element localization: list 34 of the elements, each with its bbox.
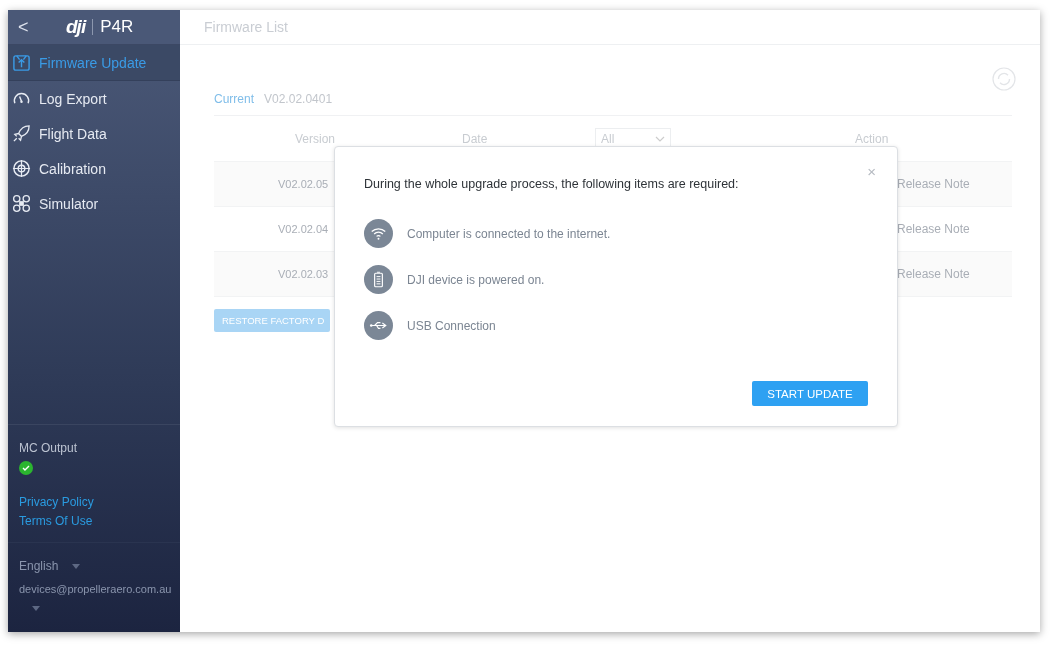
account-caret-icon[interactable] — [32, 606, 40, 611]
rocket-icon — [12, 124, 31, 143]
nav-item[interactable]: Log Export — [8, 81, 180, 116]
dialog-message: During the whole upgrade process, the following items are required: — [364, 177, 740, 191]
nav-item[interactable]: Simulator — [8, 186, 180, 221]
chevron-icon — [655, 136, 665, 142]
requirement-text: DJI device is powered on. — [407, 272, 545, 287]
current-version: V02.02.0401 — [264, 92, 333, 106]
nav-item[interactable]: Flight Data — [8, 116, 180, 151]
footer-link[interactable]: Terms Of Use — [19, 514, 94, 528]
start-update-button[interactable]: START UPDATE — [752, 381, 868, 406]
caret-icon — [72, 563, 81, 569]
back-button[interactable]: < — [18, 16, 58, 38]
language-dropdown[interactable]: English — [19, 559, 81, 573]
logo: dji — [66, 16, 86, 38]
nav-item[interactable]: Firmware Update — [8, 45, 180, 81]
usb-icon — [364, 311, 393, 340]
release-note-link[interactable]: Release Note — [897, 222, 970, 236]
table-cell: V02.02.03 — [278, 268, 329, 280]
footer-link[interactable]: Privacy Policy — [19, 495, 94, 509]
requirement-text: USB Connection — [407, 318, 496, 333]
nav-item[interactable]: Calibration — [8, 151, 180, 186]
table-cell: V02.02.04 — [278, 223, 329, 235]
battery-icon — [364, 265, 393, 294]
requirement-text: Computer is connected to the internet. — [407, 226, 611, 241]
drone-icon — [12, 194, 31, 213]
account-email: devices@propelleraero.com.au — [19, 583, 172, 595]
crosshair-icon — [12, 159, 31, 178]
mc-output-label: MC Output — [19, 441, 78, 455]
upload-box-icon — [12, 53, 31, 72]
model-name: P4R — [100, 17, 134, 37]
table-cell: V02.02.05 — [278, 178, 329, 190]
current-label: Current — [214, 92, 254, 106]
wifi-icon — [364, 219, 393, 248]
